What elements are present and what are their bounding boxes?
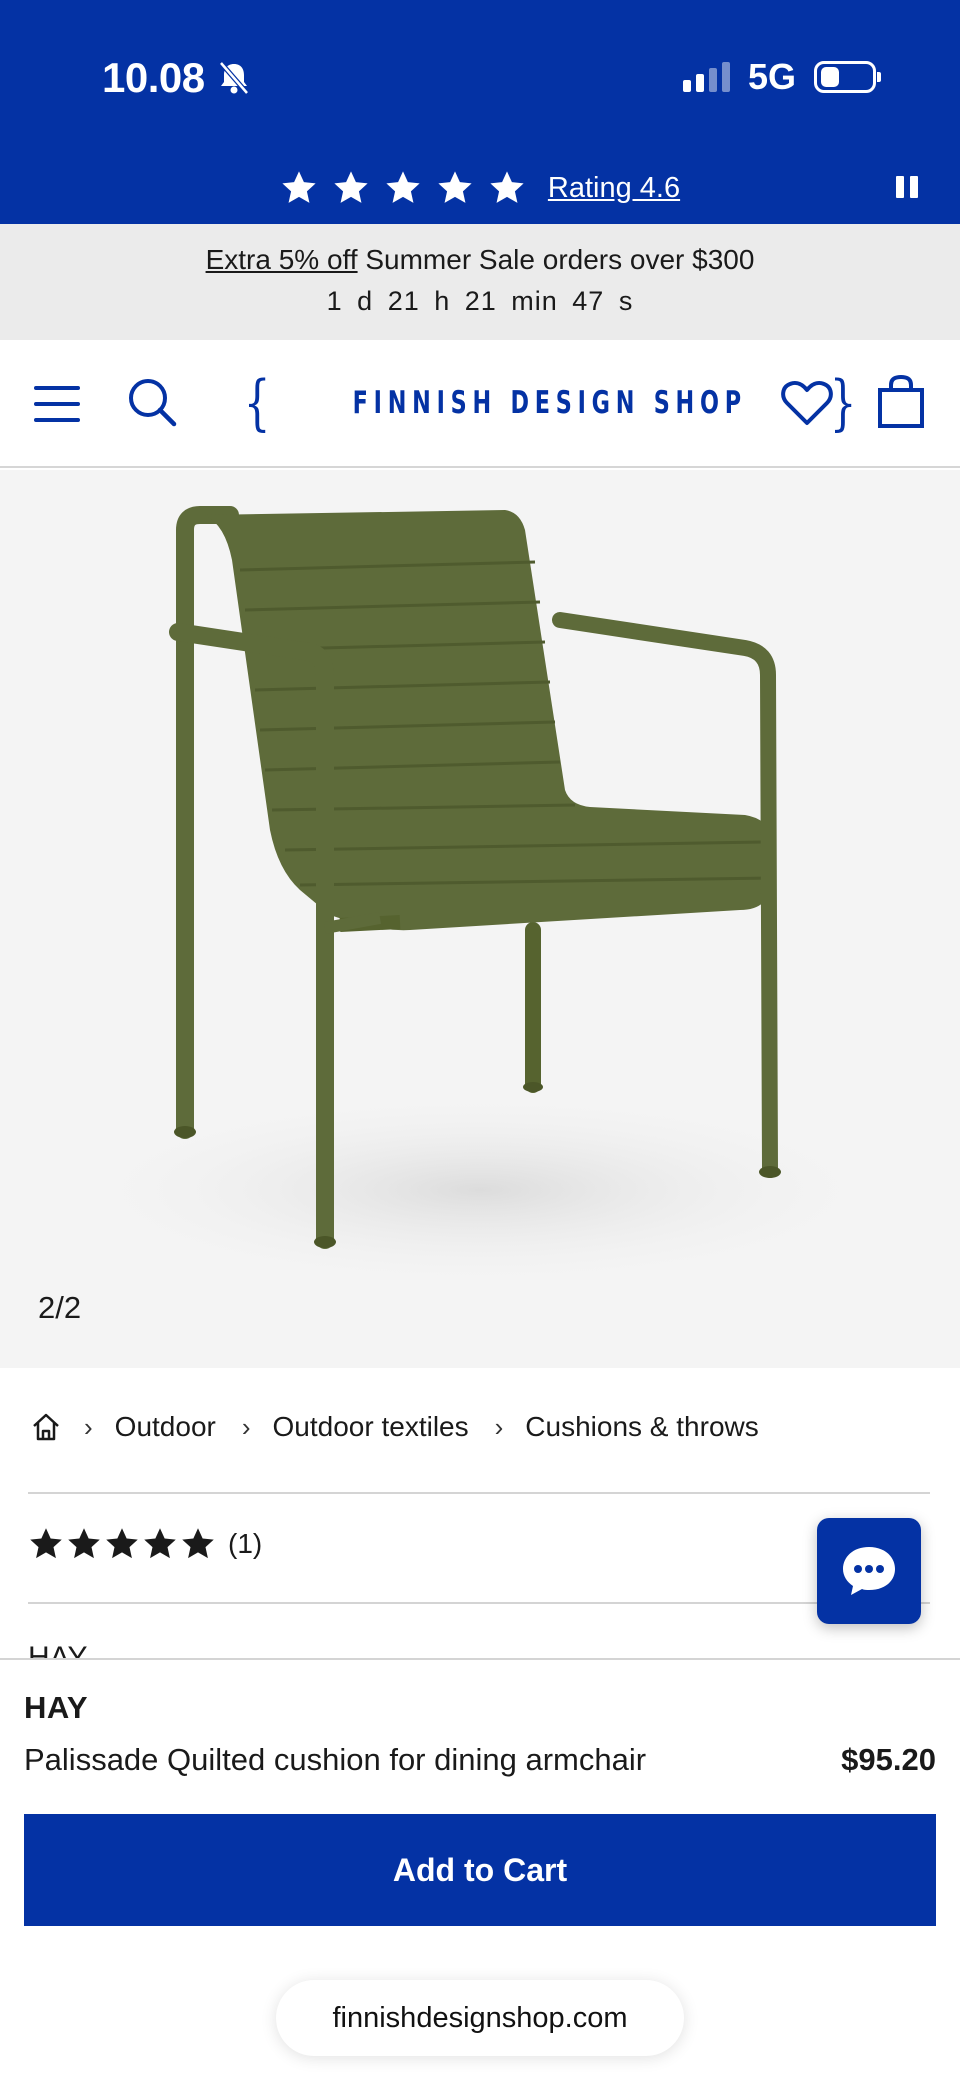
star-icon	[30, 1528, 62, 1559]
star-icon	[106, 1528, 138, 1559]
product-reviews[interactable]: (1)	[28, 1526, 262, 1562]
breadcrumb-item-outdoor[interactable]: Outdoor	[115, 1411, 216, 1443]
logo-brace-left: {	[243, 368, 271, 438]
rating-link[interactable]: Rating 4.6	[548, 172, 680, 205]
product-name: Palissade Quilted cushion for dining arm…	[24, 1742, 647, 1777]
top-banner: 10.08 5G Rating 4.6	[0, 0, 960, 224]
network-label: 5G	[747, 56, 796, 97]
shopping-bag-icon[interactable]	[876, 374, 926, 430]
breadcrumb-separator: ›	[494, 1411, 504, 1442]
breadcrumb-separator: ›	[241, 1411, 251, 1442]
chat-button[interactable]	[817, 1518, 921, 1624]
divider	[28, 1602, 930, 1604]
breadcrumb: › Outdoor › Outdoor textiles › Cushions …	[30, 1400, 785, 1454]
product-brand: HAY	[24, 1690, 89, 1725]
star-icon	[334, 171, 368, 203]
promo-description: Summer Sale orders over $300	[365, 244, 755, 275]
star-icon	[386, 171, 420, 203]
sticky-purchase-bar: HAY Palissade Quilted cushion for dining…	[0, 1658, 960, 2087]
product-image	[60, 506, 900, 1290]
signal-icon	[682, 62, 730, 92]
pause-icon[interactable]	[896, 176, 918, 200]
star-icon	[490, 171, 524, 203]
bell-muted-icon	[218, 61, 249, 95]
breadcrumb-separator: ›	[84, 1411, 93, 1442]
brand-label: HAY	[28, 1641, 88, 1658]
star-icon	[438, 171, 472, 203]
site-logo[interactable]: { FINNISH DESIGN SHOP }	[238, 368, 856, 438]
gallery-counter: 2/2	[38, 1290, 82, 1325]
promo-link[interactable]: Extra 5% off	[206, 244, 358, 275]
product-price: $95.20	[841, 1742, 936, 1777]
review-count: (1)	[228, 1528, 263, 1559]
chat-bubble-icon	[843, 1547, 895, 1595]
promo-banner[interactable]: Extra 5% off Summer Sale orders over $30…	[0, 224, 960, 340]
home-icon[interactable]	[30, 1411, 62, 1443]
wishlist-heart-icon[interactable]	[780, 378, 834, 428]
star-icon	[282, 171, 316, 203]
status-time: 10.08	[102, 54, 251, 102]
rating-banner[interactable]: Rating 4.6	[0, 160, 960, 216]
add-to-cart-button[interactable]: Add to Cart	[24, 1814, 936, 1926]
site-header: { FINNISH DESIGN SHOP }	[0, 340, 960, 468]
menu-icon[interactable]	[34, 386, 80, 422]
logo-text: FINNISH DESIGN SHOP	[352, 385, 748, 421]
star-icon	[144, 1528, 176, 1559]
battery-icon	[814, 61, 881, 93]
breadcrumb-item-outdoor-textiles[interactable]: Outdoor textiles	[273, 1411, 469, 1443]
star-icon	[68, 1528, 100, 1559]
divider	[28, 1492, 930, 1494]
product-gallery[interactable]: 2/2	[0, 470, 960, 1368]
star-icon	[182, 1528, 214, 1559]
promo-countdown: 1 d 21 h 21 min 47 s	[326, 286, 634, 316]
search-icon[interactable]	[126, 376, 178, 428]
promo-text: Extra 5% off Summer Sale orders over $30…	[0, 244, 960, 276]
breadcrumb-item-cushions-throws[interactable]: Cushions & throws	[525, 1411, 758, 1443]
status-indicators: 5G	[682, 56, 881, 98]
browser-url-bar[interactable]: finnishdesignshop.com	[276, 1980, 684, 2056]
clock: 10.08	[102, 54, 205, 101]
